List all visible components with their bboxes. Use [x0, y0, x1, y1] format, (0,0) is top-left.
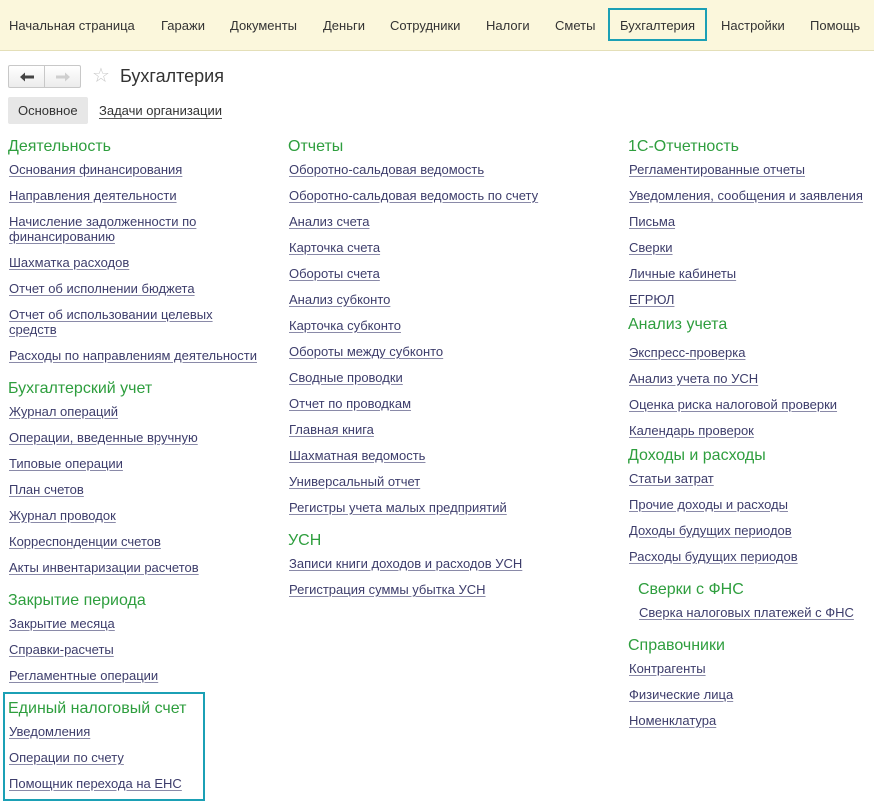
- link-target-funds-report[interactable]: Отчет об использовании целевых средств: [9, 307, 229, 337]
- link-postings-journal[interactable]: Журнал проводок: [9, 508, 116, 523]
- link-nomenclature[interactable]: Номенклатура: [629, 713, 716, 728]
- link-usn-loss-registration[interactable]: Регистрация суммы убытка УСН: [289, 582, 486, 597]
- link-subconto-turnover[interactable]: Обороты между субконто: [289, 344, 443, 359]
- link-audit-calendar[interactable]: Календарь проверок: [629, 423, 754, 438]
- section-heading-single-tax-account: Единый налоговый счет: [8, 700, 187, 717]
- link-chess-statement[interactable]: Шахматная ведомость: [289, 448, 425, 463]
- section-heading-reports: Отчеты: [288, 138, 344, 155]
- nav-garages[interactable]: Гаражи: [161, 18, 205, 33]
- nav-employees[interactable]: Сотрудники: [390, 18, 460, 33]
- forward-button[interactable]: [44, 65, 81, 88]
- section-heading-accounting-analysis: Анализ учета: [628, 316, 728, 333]
- link-typical-operations[interactable]: Типовые операции: [9, 456, 123, 471]
- link-routine-operations[interactable]: Регламентные операции: [9, 668, 158, 683]
- link-account-turnover[interactable]: Обороты счета: [289, 266, 380, 281]
- link-cost-items[interactable]: Статьи затрат: [629, 471, 714, 486]
- link-general-ledger[interactable]: Главная книга: [289, 422, 374, 437]
- link-express-check[interactable]: Экспресс-проверка: [629, 345, 745, 360]
- link-reconciliations[interactable]: Сверки: [629, 240, 673, 255]
- nav-home[interactable]: Начальная страница: [9, 18, 135, 33]
- link-funding-debt-accrual[interactable]: Начисление задолженности по финансирован…: [9, 214, 219, 244]
- link-deferred-expenses[interactable]: Расходы будущих периодов: [629, 549, 798, 564]
- section-heading-period-close: Закрытие периода: [8, 592, 146, 609]
- link-postings-report[interactable]: Отчет по проводкам: [289, 396, 411, 411]
- link-counterparties[interactable]: Контрагенты: [629, 661, 706, 676]
- nav-documents[interactable]: Документы: [230, 18, 297, 33]
- link-account-analysis[interactable]: Анализ счета: [289, 214, 369, 229]
- section-heading-directories: Справочники: [628, 637, 725, 654]
- page-title: Бухгалтерия: [120, 66, 224, 86]
- link-egrul[interactable]: ЕГРЮЛ: [629, 292, 674, 307]
- link-funding-bases[interactable]: Основания финансирования: [9, 162, 182, 177]
- link-universal-report[interactable]: Универсальный отчет: [289, 474, 420, 489]
- link-personal-accounts[interactable]: Личные кабинеты: [629, 266, 736, 281]
- link-operations-journal[interactable]: Журнал операций: [9, 404, 118, 419]
- link-individuals[interactable]: Физические лица: [629, 687, 733, 702]
- top-navigation-bar: Начальная страница Гаражи Документы День…: [0, 0, 874, 51]
- link-deferred-income[interactable]: Доходы будущих периодов: [629, 523, 792, 538]
- nav-taxes[interactable]: Налоги: [486, 18, 530, 33]
- link-trial-balance[interactable]: Оборотно-сальдовая ведомость: [289, 162, 484, 177]
- link-subconto-analysis[interactable]: Анализ субконто: [289, 292, 390, 307]
- tab-main[interactable]: Основное: [8, 97, 88, 124]
- link-tax-audit-risk[interactable]: Оценка риска налоговой проверки: [629, 397, 837, 412]
- link-fns-tax-payment-reconciliation[interactable]: Сверка налоговых платежей с ФНС: [639, 605, 854, 620]
- link-trial-balance-by-account[interactable]: Оборотно-сальдовая ведомость по счету: [289, 188, 538, 203]
- link-account-operations[interactable]: Операции по счету: [9, 750, 124, 765]
- arrow-right-icon: [55, 72, 70, 81]
- nav-money[interactable]: Деньги: [323, 18, 365, 33]
- link-usn-accounting-analysis[interactable]: Анализ учета по УСН: [629, 371, 758, 386]
- section-heading-income-expenses: Доходы и расходы: [628, 447, 766, 464]
- link-other-income-expenses[interactable]: Прочие доходы и расходы: [629, 497, 788, 512]
- link-small-business-registers[interactable]: Регистры учета малых предприятий: [289, 500, 507, 515]
- link-budget-execution-report[interactable]: Отчет об исполнении бюджета: [9, 281, 195, 296]
- link-account-card[interactable]: Карточка счета: [289, 240, 380, 255]
- link-notifications-messages[interactable]: Уведомления, сообщения и заявления: [629, 188, 863, 203]
- link-calculation-certificates[interactable]: Справки-расчеты: [9, 642, 114, 657]
- back-button[interactable]: [8, 65, 45, 88]
- link-usn-income-book[interactable]: Записи книги доходов и расходов УСН: [289, 556, 522, 571]
- link-settlement-inventory-acts[interactable]: Акты инвентаризации расчетов: [9, 560, 199, 575]
- link-expenses-by-direction[interactable]: Расходы по направлениям деятельности: [9, 348, 257, 363]
- section-heading-usn: УСН: [288, 532, 322, 549]
- link-regulated-reports[interactable]: Регламентированные отчеты: [629, 162, 805, 177]
- link-subconto-card[interactable]: Карточка субконто: [289, 318, 401, 333]
- nav-accounting[interactable]: Бухгалтерия: [608, 8, 708, 41]
- section-heading-1c-reporting: 1С-Отчетность: [628, 138, 739, 155]
- nav-help[interactable]: Помощь: [810, 18, 860, 33]
- nav-settings[interactable]: Настройки: [721, 18, 785, 33]
- link-expense-chessboard[interactable]: Шахматка расходов: [9, 255, 129, 270]
- section-heading-fns-reconciliation: Сверки с ФНС: [638, 581, 744, 598]
- link-manual-operations[interactable]: Операции, введенные вручную: [9, 430, 198, 445]
- nav-estimates[interactable]: Сметы: [555, 18, 595, 33]
- star-icon[interactable]: ☆: [92, 64, 110, 88]
- section-heading-accounting: Бухгалтерский учет: [8, 380, 153, 397]
- link-ens-transition-assistant[interactable]: Помощник перехода на ЕНС: [9, 776, 182, 791]
- link-month-close[interactable]: Закрытие месяца: [9, 616, 115, 631]
- link-account-correspondence[interactable]: Корреспонденции счетов: [9, 534, 161, 549]
- link-notifications[interactable]: Уведомления: [9, 724, 90, 739]
- section-heading-activity: Деятельность: [8, 138, 111, 155]
- arrow-left-icon: [19, 72, 34, 81]
- link-summary-postings[interactable]: Сводные проводки: [289, 370, 403, 385]
- link-activity-directions[interactable]: Направления деятельности: [9, 188, 177, 203]
- link-chart-of-accounts[interactable]: План счетов: [9, 482, 84, 497]
- tab-organization-tasks[interactable]: Задачи организации: [99, 103, 223, 119]
- link-letters[interactable]: Письма: [629, 214, 675, 229]
